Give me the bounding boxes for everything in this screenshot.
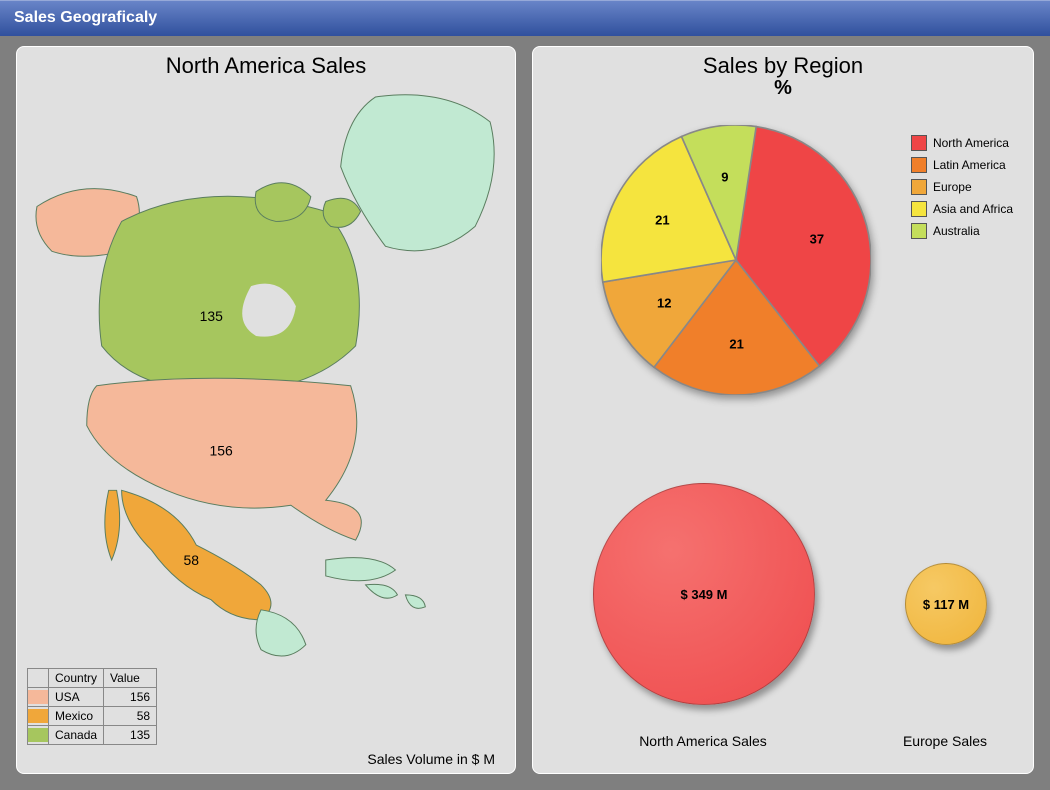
- map-label-usa: 156: [210, 442, 234, 458]
- map-title: North America Sales: [17, 53, 515, 79]
- map-caption: Sales Volume in $ M: [367, 751, 495, 767]
- panel-north-america-map: North America Sales: [16, 46, 516, 774]
- bubble-caption-eu: Europe Sales: [903, 733, 987, 749]
- bubble-europe: $ 117 M: [905, 563, 987, 645]
- legend-item: Europe: [911, 179, 1013, 195]
- map-legend-header-country: Country: [49, 669, 104, 688]
- legend-item: North America: [911, 135, 1013, 151]
- legend-item: Australia: [911, 223, 1013, 239]
- header-bar: Sales Geograficaly: [0, 0, 1050, 36]
- panel-sales-by-region: Sales by Region % 372112219 North Americ…: [532, 46, 1034, 774]
- table-row: USA 156: [28, 688, 157, 707]
- map-canvas: 135 156 58: [27, 87, 505, 763]
- bubble-north-america: $ 349 M: [593, 483, 815, 705]
- legend-item: Asia and Africa: [911, 201, 1013, 217]
- pie-subtitle: %: [533, 77, 1033, 100]
- table-row: Mexico 58: [28, 707, 157, 726]
- pie-chart: 372112219: [601, 125, 871, 395]
- map-label-canada: 135: [200, 308, 224, 324]
- table-row: Canada 135: [28, 726, 157, 745]
- pie-title: Sales by Region: [533, 53, 1033, 79]
- bubble-caption-na: North America Sales: [639, 733, 767, 749]
- panel-container: North America Sales: [16, 46, 1034, 774]
- map-legend-header-value: Value: [104, 669, 157, 688]
- map-label-mexico: 58: [184, 552, 200, 568]
- legend-item: Latin America: [911, 157, 1013, 173]
- bubble-chart: $ 349 M $ 117 M North America Sales Euro…: [533, 473, 1033, 753]
- pie-legend: North America Latin America Europe Asia …: [911, 135, 1013, 245]
- map-legend-table: Country Value USA 156 Mexico 58 Canada 1…: [27, 668, 157, 745]
- page-title: Sales Geograficaly: [14, 9, 157, 27]
